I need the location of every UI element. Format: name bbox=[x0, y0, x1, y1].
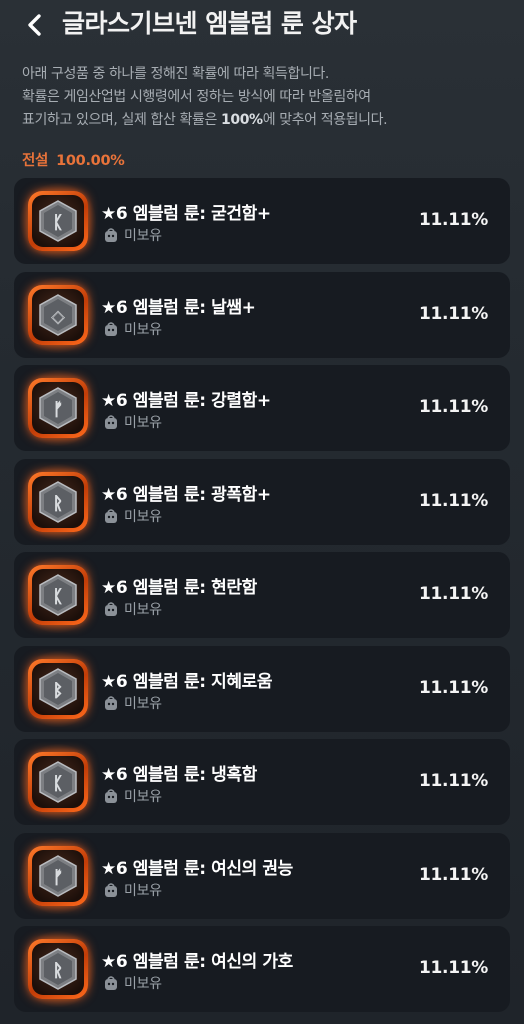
ownership-status: 미보유 bbox=[102, 225, 162, 245]
grade-summary: 전설 100.00% bbox=[22, 149, 132, 170]
description-total-percent: 100% bbox=[221, 112, 263, 128]
bag-icon bbox=[105, 321, 117, 336]
page-title: 글라스기브넨 엠블럼 룬 상자 bbox=[62, 9, 357, 38]
rune-stone-icon: ᚱ bbox=[20, 463, 96, 540]
ownership-status-label: 미보유 bbox=[124, 789, 162, 805]
description-line-2: 확률은 게임산업법 시행령에서 정하는 방식에 따라 반올림하여 bbox=[22, 89, 371, 105]
grade-label: 전설 bbox=[22, 153, 49, 169]
ownership-status: 미보유 bbox=[102, 599, 162, 619]
list-item[interactable]: ᚱ ★6 엠블럼 룬: 여신의 가호 미보유 11.11% bbox=[14, 926, 510, 1012]
ownership-status-label: 미보유 bbox=[124, 228, 162, 244]
list-item[interactable]: ᛕ ★6 엠블럼 룬: 굳건함+ 미보유 11.11% bbox=[14, 178, 510, 264]
ownership-status: 미보유 bbox=[102, 319, 162, 339]
ownership-status-label: 미보유 bbox=[124, 508, 162, 525]
rune-glyph: ᚱ bbox=[53, 961, 63, 981]
list-item[interactable]: ◇ ★6 엠블럼 룬: 날쌤+ 미보유 11.11% bbox=[14, 271, 510, 358]
list-item[interactable]: ᚠ ★6 엠블럼 룬: 여신의 권능 미보유 11.11% bbox=[14, 832, 510, 919]
ownership-status: 미보유 bbox=[102, 880, 162, 900]
chevron-left-icon bbox=[28, 14, 41, 36]
description-line-3-post: 에 맞추어 적용됩니다. bbox=[262, 112, 388, 128]
list-item[interactable]: ᛕ ★6 엠블럼 룬: 현란함 미보유 11.11% bbox=[14, 552, 510, 638]
rune-glyph: ◇ bbox=[51, 307, 65, 327]
item-probability: 11.11% bbox=[418, 397, 488, 417]
description-line-3: 표기하고 있으며, 실제 합산 확률은 100%에 맞추어 적용됩니다. bbox=[22, 109, 512, 132]
header: 글라스기브넨 엠블럼 룬 상자 bbox=[0, 0, 524, 50]
rune-stone-icon: ᚠ bbox=[20, 370, 96, 446]
ownership-status: 미보유 bbox=[102, 693, 162, 713]
item-name: ★6 엠블럼 룬: 여신의 권능 bbox=[101, 858, 293, 879]
ownership-status-label: 미보유 bbox=[124, 415, 162, 431]
ownership-status-label: 미보유 bbox=[124, 976, 162, 992]
rune-stone-icon: ᛕ bbox=[20, 744, 96, 820]
bag-icon bbox=[105, 695, 117, 710]
item-name: ★6 엠블럼 룬: 지혜로움 bbox=[101, 671, 273, 692]
item-name: ★6 엠블럼 룬: 굳건함+ bbox=[101, 204, 271, 224]
item-probability: 11.11% bbox=[418, 490, 488, 511]
item-name: ★6 엠블럼 룬: 날쌤+ bbox=[101, 297, 256, 318]
grade-total-percent: 100.00% bbox=[56, 153, 125, 169]
ownership-status-label: 미보유 bbox=[124, 695, 162, 712]
ownership-status-label: 미보유 bbox=[124, 602, 162, 618]
item-name: ★6 엠블럼 룬: 현란함 bbox=[101, 578, 257, 598]
rune-glyph: ᚠ bbox=[53, 868, 63, 888]
bag-icon bbox=[105, 228, 117, 242]
item-name: ★6 엠블럼 룬: 강렬함+ bbox=[101, 391, 271, 411]
item-probability: 11.11% bbox=[418, 864, 488, 885]
ownership-status-label: 미보유 bbox=[124, 882, 162, 899]
item-name: ★6 엠블럼 룬: 광폭함+ bbox=[101, 484, 271, 505]
rune-glyph: ᚠ bbox=[53, 400, 63, 420]
rune-glyph: ᛒ bbox=[53, 681, 63, 701]
list-item[interactable]: ᛕ ★6 엠블럼 룬: 냉혹함 미보유 11.11% bbox=[14, 739, 510, 825]
bag-icon bbox=[105, 789, 117, 803]
item-probability: 11.11% bbox=[418, 958, 488, 978]
rune-glyph: ᛕ bbox=[53, 774, 63, 794]
back-button[interactable] bbox=[18, 8, 52, 42]
rune-stone-icon: ᚱ bbox=[20, 931, 96, 1007]
list-item[interactable]: ᚱ ★6 엠블럼 룬: 광폭함+ 미보유 11.11% bbox=[14, 458, 510, 545]
rune-stone-icon: ᚠ bbox=[20, 837, 96, 914]
ownership-status: 미보유 bbox=[102, 412, 162, 432]
bag-icon bbox=[105, 882, 117, 897]
item-name: ★6 엠블럼 룬: 냉혹함 bbox=[101, 765, 257, 785]
bag-icon bbox=[105, 976, 117, 990]
rune-stone-icon: ◇ bbox=[20, 276, 96, 353]
rune-glyph: ᚱ bbox=[53, 494, 63, 514]
rune-glyph: ᛕ bbox=[53, 213, 63, 233]
rune-glyph: ᛕ bbox=[53, 587, 63, 607]
item-probability: 11.11% bbox=[418, 303, 488, 324]
list-item[interactable]: ᛒ ★6 엠블럼 룬: 지혜로움 미보유 11.11% bbox=[14, 645, 510, 732]
description-line-3-pre: 표기하고 있으며, 실제 합산 확률은 bbox=[22, 112, 222, 128]
list-item[interactable]: ᚠ ★6 엠블럼 룬: 강렬함+ 미보유 11.11% bbox=[14, 365, 510, 451]
item-probability: 11.11% bbox=[418, 771, 488, 791]
ownership-status: 미보유 bbox=[102, 506, 162, 526]
item-probability: 11.11% bbox=[418, 677, 488, 698]
bag-icon bbox=[105, 508, 117, 523]
rune-stone-icon: ᛒ bbox=[20, 650, 96, 727]
ownership-status: 미보유 bbox=[102, 786, 162, 806]
ownership-status: 미보유 bbox=[102, 973, 162, 993]
rune-stone-icon: ᛕ bbox=[20, 183, 96, 259]
ownership-status-label: 미보유 bbox=[124, 321, 162, 338]
bag-icon bbox=[105, 415, 117, 429]
item-probability: 11.11% bbox=[418, 210, 488, 230]
probability-description: 아래 구성품 중 하나를 정해진 확률에 따라 획득합니다. 확률은 게임산업법… bbox=[22, 63, 512, 132]
bag-icon bbox=[105, 602, 117, 616]
item-name: ★6 엠블럼 룬: 여신의 가호 bbox=[101, 952, 293, 972]
item-probability: 11.11% bbox=[418, 584, 488, 604]
item-list: ᛕ ★6 엠블럼 룬: 굳건함+ 미보유 11.11% ◇ ★6 엠블럼 룬: … bbox=[14, 178, 510, 1020]
rune-stone-icon: ᛕ bbox=[20, 557, 96, 633]
description-line-1: 아래 구성품 중 하나를 정해진 확률에 따라 획득합니다. bbox=[22, 66, 329, 82]
